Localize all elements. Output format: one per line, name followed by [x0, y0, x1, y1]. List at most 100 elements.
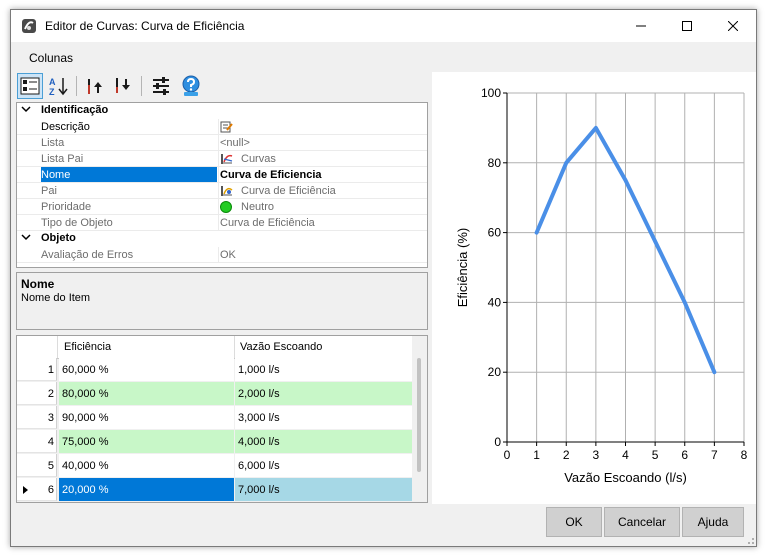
property-row-tipo-objeto[interactable]: Tipo de Objeto Curva de Eficiência [17, 215, 427, 231]
x-tick-label: 8 [741, 448, 748, 462]
svg-text:A: A [49, 77, 56, 87]
y-tick-label: 80 [488, 156, 502, 170]
maximize-icon [682, 21, 692, 31]
cell-vazao[interactable]: 1,000 l/s [235, 358, 412, 381]
cell-eficiencia[interactable]: 75,000 % [59, 430, 234, 453]
cell-eficiencia[interactable]: 40,000 % [59, 454, 234, 477]
categorized-view-icon [20, 77, 40, 95]
property-row-pai[interactable]: Pai Curva de Eficiência [17, 183, 427, 199]
chart-canvas: 0 1 2 3 4 5 6 7 8020406080100Vazão Escoando (l/s… [455, 86, 748, 485]
scrollbar-thumb[interactable] [417, 358, 421, 472]
row-index[interactable]: 2 [17, 382, 57, 405]
cell-eficiencia[interactable]: 90,000 % [59, 406, 234, 429]
x-tick-label: 4 [622, 448, 629, 462]
row-index[interactable]: 3 [17, 406, 57, 429]
move-down-button[interactable] [110, 73, 136, 99]
x-tick-label: 1 [533, 448, 540, 462]
settings-button[interactable] [148, 73, 174, 99]
menu-colunas[interactable]: Colunas [29, 51, 73, 65]
maximize-button[interactable] [664, 10, 710, 42]
help-dialog-button[interactable]: Ajuda [682, 507, 744, 537]
table-row[interactable]: 5 40,000 % 6,000 l/s [17, 454, 412, 478]
efficiency-chart: 0 1 2 3 4 5 6 7 8 0 20 40 60 80 100 Vazão Escoando (l/s… [432, 72, 756, 504]
row-index[interactable]: 4 [17, 430, 57, 453]
description-title: Nome [21, 277, 55, 291]
y-tick-label: 0 [494, 435, 501, 449]
efficiency-curve-icon [221, 186, 233, 196]
row-index[interactable]: 6 [17, 478, 57, 501]
property-row-avaliacao-erros[interactable]: Avaliação de Erros OK [17, 247, 427, 263]
y-axis-label: Eficiência (%) [455, 228, 470, 307]
y-tick-label: 40 [488, 295, 502, 309]
description-text: Nome do Item [21, 292, 91, 304]
sort-alpha-button[interactable]: A Z [45, 73, 71, 99]
close-icon [728, 21, 738, 31]
cancel-button[interactable]: Cancelar [604, 507, 680, 537]
category-objeto[interactable]: Objeto [17, 231, 427, 247]
app-logo-icon [21, 18, 37, 34]
move-down-icon [116, 78, 130, 93]
table-row[interactable]: 1 60,000 % 1,000 l/s [17, 358, 412, 382]
property-row-nome[interactable]: Nome Curva de Eficiencia [17, 167, 427, 183]
title-bar[interactable]: Editor de Curvas: Curva de Eficiência [11, 10, 756, 42]
svg-text:Z: Z [49, 87, 55, 96]
table-row[interactable]: 2 80,000 % 2,000 l/s [17, 382, 412, 406]
help-globe-icon [182, 75, 200, 96]
property-description-panel: Nome Nome do Item [16, 272, 428, 330]
collapse-chevron-icon[interactable] [21, 232, 33, 245]
table-row[interactable]: 6 20,000 % 7,000 l/s [17, 478, 412, 502]
ok-button[interactable]: OK [546, 507, 602, 537]
resize-grip-icon[interactable] [745, 535, 755, 545]
curves-list-icon [221, 154, 233, 164]
property-toolbar: A Z [15, 72, 431, 100]
green-dot-icon [220, 201, 232, 213]
x-tick-label: 0 [504, 448, 511, 462]
cell-vazao[interactable]: 2,000 l/s [235, 382, 412, 405]
cell-vazao[interactable]: 4,000 l/s [235, 430, 412, 453]
table-header: Eficiência Vazão Escoando [17, 336, 412, 359]
property-row-lista[interactable]: Lista <null> [17, 135, 427, 151]
cell-eficiencia[interactable]: 80,000 % [59, 382, 234, 405]
column-header-eficiencia[interactable]: Eficiência [64, 341, 111, 353]
row-index[interactable]: 1 [17, 358, 57, 381]
row-index[interactable]: 5 [17, 454, 57, 477]
menu-bar: Colunas [11, 45, 756, 69]
toolbar-separator [141, 76, 142, 96]
table-row[interactable]: 3 90,000 % 3,000 l/s [17, 406, 412, 430]
close-button[interactable] [710, 10, 756, 42]
current-row-arrow-icon [23, 486, 28, 494]
nome-value-field[interactable]: Curva de Eficiencia [220, 169, 425, 181]
cell-eficiencia[interactable]: 60,000 % [59, 358, 234, 381]
x-tick-label: 2 [563, 448, 570, 462]
property-row-prioridade[interactable]: Prioridade Neutro [17, 199, 427, 215]
settings-sliders-icon [153, 77, 169, 95]
cell-vazao[interactable]: 6,000 l/s [235, 454, 412, 477]
collapse-chevron-icon[interactable] [21, 104, 33, 117]
table-scrollbar[interactable] [412, 336, 427, 502]
cell-eficiencia[interactable]: 20,000 % [59, 478, 234, 501]
minimize-icon [636, 25, 646, 27]
categorized-view-button[interactable] [17, 73, 43, 99]
x-tick-label: 6 [681, 448, 688, 462]
curve-points-table: Eficiência Vazão Escoando 1 60,000 % 1,000… [16, 335, 428, 503]
y-tick-label: 100 [481, 86, 501, 100]
category-identificacao[interactable]: Identificação [17, 103, 427, 119]
x-tick-label: 5 [652, 448, 659, 462]
x-tick-label: 3 [593, 448, 600, 462]
table-row[interactable]: 4 75,000 % 4,000 l/s [17, 430, 412, 454]
move-up-button[interactable] [82, 73, 108, 99]
y-tick-label: 60 [488, 226, 502, 240]
y-tick-label: 20 [488, 365, 502, 379]
property-row-lista-pai[interactable]: Lista Pai Curvas [17, 151, 427, 167]
property-grid: Identificação Descrição Lista <null> Lis… [16, 102, 428, 268]
minimize-button[interactable] [618, 10, 664, 42]
help-button[interactable] [178, 73, 204, 99]
cell-vazao[interactable]: 7,000 l/s [235, 478, 412, 501]
cell-vazao[interactable]: 3,000 l/s [235, 406, 412, 429]
property-row-descricao[interactable]: Descrição [17, 119, 427, 135]
window-title: Editor de Curvas: Curva de Eficiência [45, 19, 245, 33]
toolbar-separator [76, 76, 77, 96]
move-up-icon [88, 79, 102, 94]
column-header-vazao[interactable]: Vazão Escoando [240, 341, 322, 353]
edit-note-icon[interactable] [220, 121, 233, 133]
